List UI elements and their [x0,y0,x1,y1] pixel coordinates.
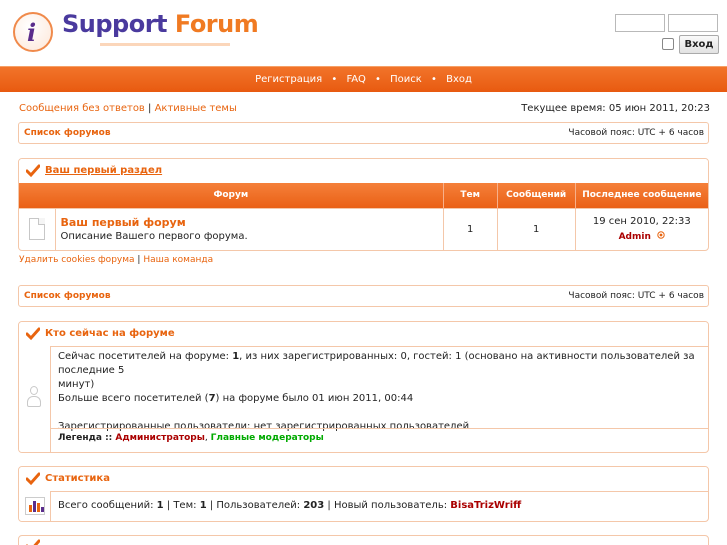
category-title[interactable]: Ваш первый раздел [45,165,162,176]
logo-word-forum: Forum [174,10,259,38]
breadcrumb: Список форумов Часовой пояс: UTC + 6 час… [18,122,709,144]
timezone-label: Часовой пояс: UTC + 6 часов [568,128,704,138]
column-header-last-post: Последнее сообщение [574,183,708,208]
nav-separator: • [375,74,381,85]
forum-last-post-cell: 19 сен 2010, 22:33 Admin [574,207,708,250]
legend: Легенда :: Администраторы, Главные модер… [58,433,324,443]
who-is-online-panel: Кто сейчас на форуме Сейчас посетителей … [18,321,709,453]
forum-posts-count: 1 [496,207,576,250]
next-panel [18,535,709,545]
nav-faq[interactable]: FAQ [346,67,365,92]
online-text: Сейчас посетителей на форуме: [58,351,233,362]
statistics-panel: Статистика Всего сообщений: 1 | Тем: 1 |… [18,466,709,522]
online-text: минут) [58,379,95,390]
stats-label: | Новый пользователь: [324,500,451,511]
nav-separator: • [331,74,338,85]
statistics-title: Статистика [45,473,110,484]
table-row: Ваш первый форум Описание Вашего первого… [19,207,708,250]
nav-separator: • [430,74,437,85]
stats-total-users: 203 [303,500,325,511]
forum-index-link[interactable]: Список форумов [24,128,111,138]
logo-icon[interactable]: i [13,12,53,52]
remember-me-checkbox[interactable] [662,38,674,50]
logo-letter: i [27,18,37,47]
online-icon-cell [19,346,51,452]
current-time: Текущее время: 05 июн 2011, 20:23 [521,103,710,114]
checkmark-icon [26,164,40,178]
column-header-forum: Форум [19,183,444,208]
who-is-online-title[interactable]: Кто сейчас на форуме [45,328,175,339]
footer-links: Удалить cookies форума | Наша команда [19,255,213,265]
forum-read-icon [28,218,45,241]
forum-table: Форум Тем Сообщений Последнее сообщение … [19,183,708,250]
who-is-online-header: Кто сейчас на форуме [19,322,708,346]
breadcrumb-bottom: Список форумов Часовой пояс: UTC + 6 час… [18,285,709,307]
checkmark-icon [26,327,40,341]
statistics-text: Всего сообщений: 1 | Тем: 1 | Пользовате… [58,499,521,513]
view-latest-post-icon[interactable] [657,231,665,239]
username-input[interactable] [615,14,665,32]
stats-total-topics: 1 [199,500,207,511]
login-button[interactable]: Вход [679,35,719,54]
stats-label: | Тем: [163,500,200,511]
forum-topics-count: 1 [442,207,498,250]
nav-login[interactable]: Вход [446,67,472,92]
main-nav: Регистрация • FAQ • Поиск • Вход [0,66,727,92]
stats-total-posts: 1 [156,500,164,511]
unanswered-posts-link[interactable]: Сообщения без ответов [19,103,145,114]
stats-label: | Пользователей: [206,500,304,511]
record-text: Больше всего посетителей ( [58,393,209,404]
forum-index-link[interactable]: Список форумов [24,291,111,301]
forum-info-cell: Ваш первый форум Описание Вашего первого… [54,207,444,250]
online-stats-text: Сейчас посетителей на форуме: 1, из них … [58,350,708,434]
active-topics-link[interactable]: Активные темы [155,103,237,114]
forum-name-link[interactable]: Ваш первый форум [61,216,443,229]
header: i Support Forum Вход [0,0,727,66]
password-input[interactable] [668,14,718,32]
last-post-date: 19 сен 2010, 22:33 [592,215,691,227]
statistics-header: Статистика [19,467,708,491]
checkmark-icon [26,539,40,545]
stats-label: Всего сообщений: [58,500,157,511]
users-icon [27,386,41,408]
column-header-posts: Сообщений [496,183,576,208]
table-header-row: Форум Тем Сообщений Последнее сообщение [19,183,708,208]
delete-cookies-link[interactable]: Удалить cookies форума [19,255,135,265]
record-text: ) на форуме было 01 июн 2011, 00:44 [215,393,414,404]
legend-admins-link[interactable]: Администраторы [115,433,204,443]
category-panel: Ваш первый раздел Форум Тем Сообщений По… [18,158,709,251]
timezone-label: Часовой пояс: UTC + 6 часов [568,291,704,301]
checkmark-icon [26,472,40,486]
newest-user-link[interactable]: BisaTrizWriff [450,500,521,511]
legend-label: Легенда :: [58,433,116,443]
logo-word-support: Support [62,10,168,38]
nav-register[interactable]: Регистрация [255,67,322,92]
bar-chart-icon [25,497,45,515]
site-logo[interactable]: Support Forum [62,10,259,38]
category-header: Ваш первый раздел [19,159,708,183]
divider: | [148,103,152,114]
logo-underline [100,43,230,46]
forum-icon-cell [19,207,55,250]
team-link[interactable]: Наша команда [143,255,213,265]
nav-search[interactable]: Поиск [390,67,422,92]
divider: | [137,255,141,265]
last-post-author[interactable]: Admin [619,232,651,242]
legend-mods-link[interactable]: Главные модераторы [211,433,324,443]
top-links-row: Сообщения без ответов | Активные темы Те… [19,103,710,117]
forum-description: Описание Вашего первого форума. [60,231,248,243]
registered-users-text: Зарегистрированные пользователи: нет зар… [58,421,470,432]
record-count: 7 [208,393,216,404]
column-header-topics: Тем [442,183,498,208]
